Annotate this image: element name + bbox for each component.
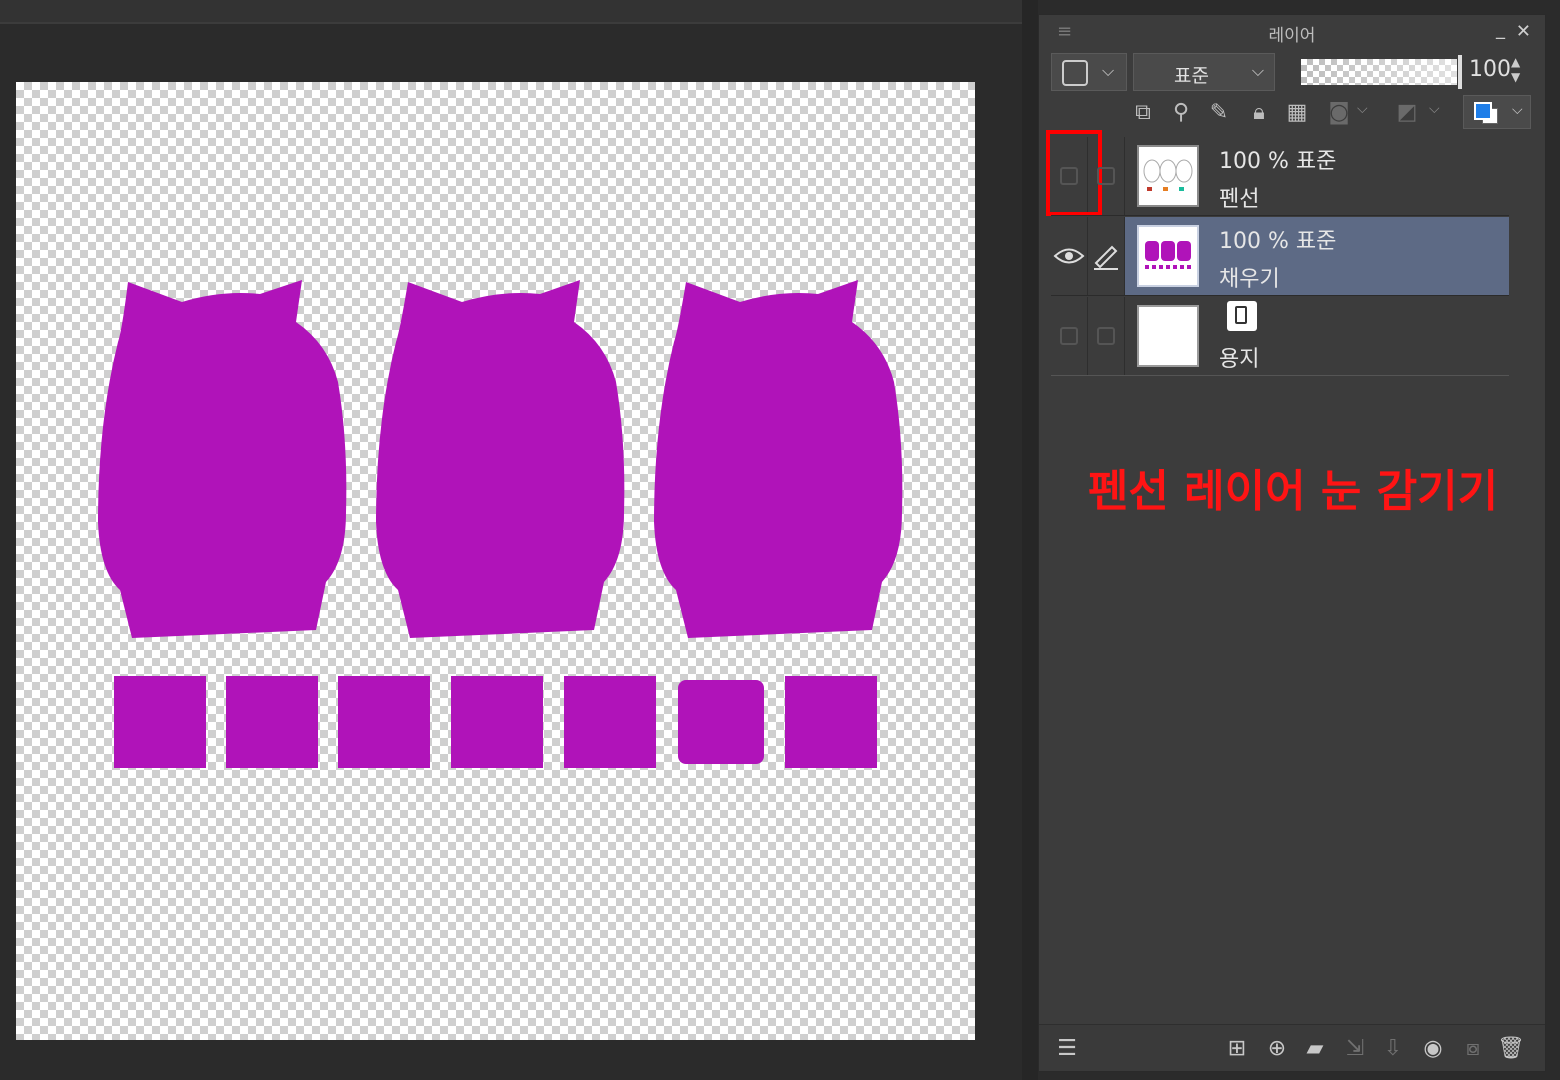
visibility-toggle[interactable] — [1046, 130, 1102, 216]
layer-body[interactable]: 용지 — [1125, 297, 1509, 375]
layer-body[interactable]: 100 % 표준 채우기 — [1125, 217, 1509, 295]
chevron-down-icon: ⌵ — [1102, 61, 1115, 80]
figure-silhouette-3 — [654, 280, 903, 638]
layer-body[interactable]: 100 % 표준 펜선 — [1125, 137, 1509, 215]
layer-opacity-blend: 100 % 표준 — [1219, 149, 1337, 174]
edit-checkbox[interactable] — [1097, 167, 1115, 185]
transfer-down-icon[interactable]: ⇲ — [1341, 1035, 1369, 1063]
blend-mode-select[interactable]: 표준 ⌵ — [1133, 53, 1275, 91]
layer-color-main-swatch — [1474, 102, 1492, 120]
lock-transparency-icon[interactable]: ▦ — [1283, 99, 1311, 127]
opacity-slider[interactable] — [1301, 59, 1457, 85]
merge-down-icon[interactable]: ⇩ — [1379, 1035, 1407, 1063]
panel-title: 레이어 — [1268, 26, 1316, 46]
annotation-text: 펜선 레이어 눈 감기기 — [1087, 466, 1499, 517]
layer-name: 채우기 — [1219, 267, 1280, 292]
apply-mask-icon[interactable]: ⧇ — [1459, 1035, 1487, 1063]
layer-thumbnail — [1137, 305, 1199, 367]
layer-divider — [1051, 375, 1509, 376]
fill-square-7 — [785, 676, 877, 768]
trash-icon[interactable]: 🗑︎ — [1497, 1035, 1525, 1063]
layer-row-paper[interactable]: 용지 — [1051, 297, 1509, 376]
layer-name: 용지 — [1219, 347, 1260, 372]
visibility-toggle[interactable] — [1051, 217, 1088, 295]
panel-gutter — [1022, 0, 1038, 1080]
layer-thumbnail — [1137, 225, 1199, 287]
layer-mask-icon[interactable]: ◉ — [1419, 1035, 1447, 1063]
fill-square-5 — [564, 676, 656, 768]
fill-square-6 — [678, 680, 764, 764]
fill-shapes — [98, 280, 903, 768]
opacity-value[interactable]: 100 — [1469, 57, 1511, 82]
edit-toggle[interactable] — [1088, 297, 1125, 375]
visibility-checkbox[interactable] — [1060, 327, 1078, 345]
fill-square-1 — [114, 676, 206, 768]
reference-layer-icon[interactable]: ⚲ — [1167, 99, 1195, 127]
lock-icon[interactable]: 🔒︎ — [1245, 99, 1273, 127]
fill-square-3 — [338, 676, 430, 768]
opacity-slider-handle[interactable] — [1458, 55, 1462, 89]
panel-title-bar: ≡ 레이어 _ ✕ — [1039, 15, 1545, 49]
opacity-spinner-icon[interactable]: ▲ ▼ — [1511, 55, 1520, 85]
blend-mode-value: 표준 — [1174, 65, 1209, 87]
layer-row-fill[interactable]: 100 % 표준 채우기 — [1051, 217, 1509, 296]
chevron-down-icon: ⌵ — [1251, 61, 1264, 80]
paper-layer-icon — [1227, 301, 1257, 331]
layer-opacity-blend: 100 % 표준 — [1219, 229, 1337, 254]
workspace-top-strip — [0, 0, 1022, 24]
layer-row-lineart[interactable]: 100 % 표준 펜선 — [1046, 130, 1509, 216]
color-swatch-icon — [1062, 60, 1088, 86]
canvas-artwork — [98, 280, 903, 768]
layer-color-button[interactable]: ⌵ — [1463, 95, 1531, 129]
layer-thumbnail — [1137, 145, 1199, 207]
layer-name: 펜선 — [1219, 187, 1260, 212]
layer-divider — [1051, 215, 1509, 216]
lineart-thumbnail-art — [1143, 159, 1193, 191]
expression-color-select[interactable]: ⌵ — [1051, 53, 1127, 91]
ruler-icon[interactable]: ◩ — [1393, 99, 1421, 127]
chevron-down-icon: ⌵ — [1357, 101, 1368, 117]
new-raster-layer-icon[interactable]: ⊞ — [1223, 1035, 1251, 1063]
clip-layer-icon[interactable]: ⧉ — [1129, 99, 1157, 127]
figure-silhouette-1 — [98, 280, 347, 638]
new-vector-layer-icon[interactable]: ⊕ — [1263, 1035, 1291, 1063]
layer-divider — [1051, 295, 1509, 296]
layer-property-row: ⌵ 표준 ⌵ 100 ▲ ▼ — [1039, 53, 1545, 93]
layer-properties-icon[interactable]: ☰ — [1053, 1035, 1081, 1063]
mask-icon[interactable]: ◙ — [1325, 99, 1353, 127]
edit-toggle[interactable] — [1088, 137, 1125, 215]
canvas-workspace[interactable] — [0, 0, 1022, 1080]
edit-checkbox[interactable] — [1097, 327, 1115, 345]
layer-panel: ≡ 레이어 _ ✕ ⌵ 표준 ⌵ 100 ▲ ▼ ⧉ ⚲ ✎ 🔒︎ ▦ ◙ ⌵ ◩… — [1038, 14, 1546, 1072]
chevron-down-icon: ⌵ — [1429, 101, 1440, 117]
edit-toggle[interactable] — [1088, 217, 1125, 295]
draft-layer-icon[interactable]: ✎ — [1205, 99, 1233, 127]
layer-tool-row: ⧉ ⚲ ✎ 🔒︎ ▦ ◙ ⌵ ◩ ⌵ ⌵ — [1039, 95, 1545, 133]
fill-thumbnail-art — [1145, 241, 1191, 269]
drawing-canvas[interactable] — [16, 82, 975, 1040]
fill-square-4 — [451, 676, 543, 768]
fill-square-2 — [226, 676, 318, 768]
panel-bottom-toolbar: ☰ ⊞ ⊕ ▰ ⇲ ⇩ ◉ ⧇ 🗑︎ — [1039, 1024, 1545, 1071]
chevron-down-icon: ⌵ — [1512, 102, 1523, 118]
visibility-toggle[interactable] — [1051, 297, 1088, 375]
close-icon[interactable]: ✕ — [1516, 21, 1531, 42]
figure-silhouette-2 — [376, 280, 625, 638]
eye-icon[interactable] — [1051, 217, 1087, 295]
new-folder-icon[interactable]: ▰ — [1301, 1035, 1329, 1063]
pen-icon — [1094, 245, 1118, 270]
minimize-icon[interactable]: _ — [1496, 19, 1505, 40]
